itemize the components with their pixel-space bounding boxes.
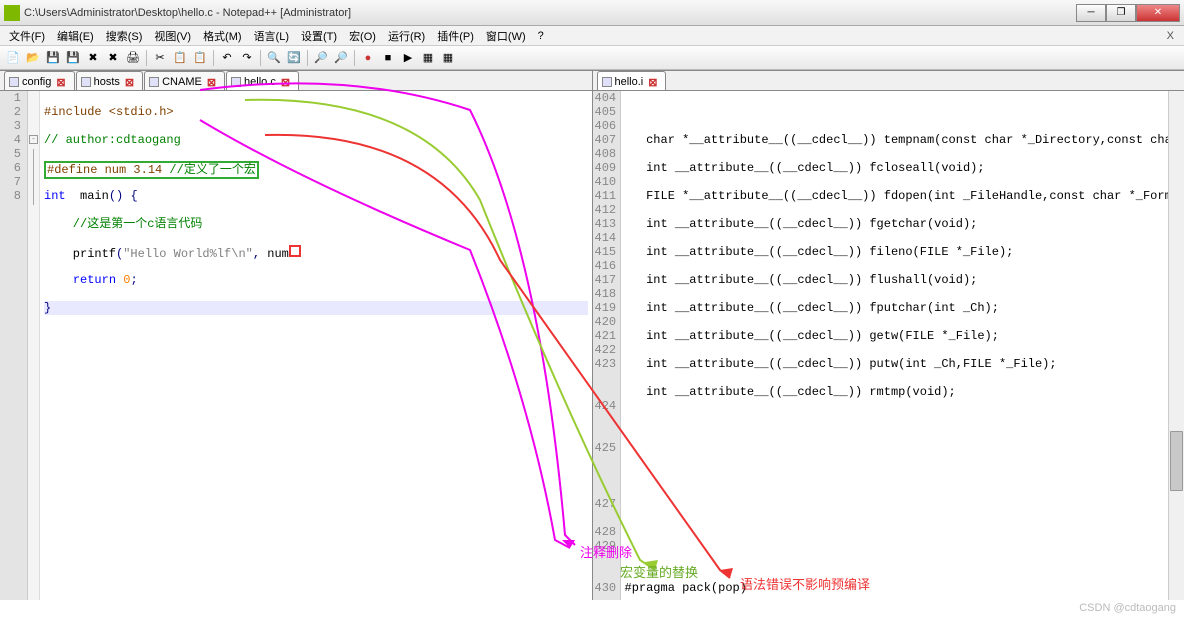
window-titlebar: C:\Users\Administrator\Desktop\hello.c -… — [0, 0, 1184, 26]
left-editor[interactable]: 1234 5678 - #include <stdio.h> // author… — [0, 91, 592, 600]
menu-edit[interactable]: 编辑(E) — [52, 27, 99, 45]
tab-hello-i[interactable]: hello.i⊠ — [597, 71, 667, 90]
tab-config[interactable]: config⊠ — [4, 71, 75, 90]
menu-macro[interactable]: 宏(O) — [344, 27, 381, 45]
split-pane: config⊠ hosts⊠ CNAME⊠ hello.c⊠ 1234 5678… — [0, 70, 1184, 600]
left-gutter: 1234 5678 — [0, 91, 28, 600]
toolbar-icon[interactable]: ▦ — [419, 49, 437, 67]
app-icon — [4, 5, 20, 21]
find-icon[interactable]: 🔍 — [265, 49, 283, 67]
copy-icon[interactable]: 📋 — [171, 49, 189, 67]
zoom-in-icon[interactable]: 🔎 — [312, 49, 330, 67]
menu-window[interactable]: 窗口(W) — [481, 27, 531, 45]
menu-language[interactable]: 语言(L) — [249, 27, 294, 45]
menu-file[interactable]: 文件(F) — [4, 27, 50, 45]
tab-hosts[interactable]: hosts⊠ — [76, 71, 144, 90]
minimize-button[interactable]: ─ — [1076, 4, 1106, 22]
left-code[interactable]: #include <stdio.h> // author:cdtaogang #… — [40, 91, 592, 600]
save-icon[interactable]: 💾 — [44, 49, 62, 67]
new-file-icon[interactable]: 📄 — [4, 49, 22, 67]
menu-format[interactable]: 格式(M) — [198, 27, 247, 45]
menu-help[interactable]: ? — [533, 29, 549, 43]
menu-close-x[interactable]: X — [1161, 30, 1180, 42]
play-macro-icon[interactable]: ▶ — [399, 49, 417, 67]
redo-icon[interactable]: ↷ — [238, 49, 256, 67]
right-gutter: 4044054064074084094104114124134144154164… — [593, 91, 621, 600]
toolbar-icon[interactable]: ▦ — [439, 49, 457, 67]
scrollbar-thumb[interactable] — [1170, 431, 1183, 491]
close-all-icon[interactable]: ✖ — [104, 49, 122, 67]
close-button[interactable]: ✕ — [1136, 4, 1180, 22]
menu-settings[interactable]: 设置(T) — [296, 27, 342, 45]
open-file-icon[interactable]: 📂 — [24, 49, 42, 67]
close-file-icon[interactable]: ✖ — [84, 49, 102, 67]
left-tab-strip: config⊠ hosts⊠ CNAME⊠ hello.c⊠ — [0, 71, 592, 91]
record-macro-icon[interactable]: ● — [359, 49, 377, 67]
fold-column[interactable]: - — [28, 91, 40, 600]
save-all-icon[interactable]: 💾 — [64, 49, 82, 67]
menu-run[interactable]: 运行(R) — [383, 27, 430, 45]
right-editor[interactable]: 4044054064074084094104114124134144154164… — [593, 91, 1184, 600]
menu-plugins[interactable]: 插件(P) — [432, 27, 479, 45]
left-pane: config⊠ hosts⊠ CNAME⊠ hello.c⊠ 1234 5678… — [0, 71, 593, 600]
stop-macro-icon[interactable]: ■ — [379, 49, 397, 67]
right-scrollbar[interactable] — [1168, 91, 1184, 600]
watermark: CSDN @cdtaogang — [1079, 602, 1176, 614]
maximize-button[interactable]: ❐ — [1106, 4, 1136, 22]
print-icon[interactable]: 🖨 — [124, 49, 142, 67]
paste-icon[interactable]: 📋 — [191, 49, 209, 67]
window-title: C:\Users\Administrator\Desktop\hello.c -… — [24, 7, 1076, 19]
right-pane: hello.i⊠ 4044054064074084094104114124134… — [593, 71, 1184, 600]
right-code[interactable]: char *__attribute__((__cdecl__)) tempnam… — [621, 91, 1184, 600]
right-tab-strip: hello.i⊠ — [593, 71, 1184, 91]
toolbar: 📄 📂 💾 💾 ✖ ✖ 🖨 ✂ 📋 📋 ↶ ↷ 🔍 🔄 🔎 🔎 ● ■ ▶ ▦ … — [0, 46, 1184, 70]
replace-icon[interactable]: 🔄 — [285, 49, 303, 67]
menu-search[interactable]: 搜索(S) — [101, 27, 148, 45]
zoom-out-icon[interactable]: 🔎 — [332, 49, 350, 67]
tab-cname[interactable]: CNAME⊠ — [144, 71, 225, 90]
tab-hello-c[interactable]: hello.c⊠ — [226, 71, 299, 90]
undo-icon[interactable]: ↶ — [218, 49, 236, 67]
menu-bar: 文件(F) 编辑(E) 搜索(S) 视图(V) 格式(M) 语言(L) 设置(T… — [0, 26, 1184, 46]
menu-view[interactable]: 视图(V) — [149, 27, 196, 45]
cut-icon[interactable]: ✂ — [151, 49, 169, 67]
window-controls: ─ ❐ ✕ — [1076, 4, 1180, 22]
